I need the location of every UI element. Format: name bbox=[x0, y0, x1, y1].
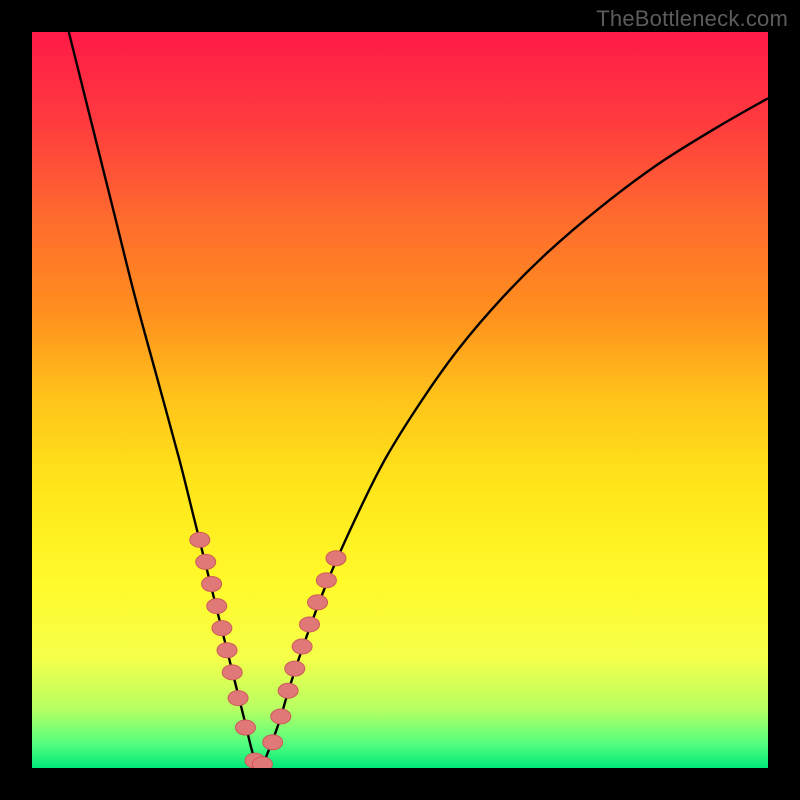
marker-point bbox=[299, 617, 319, 632]
marker-point bbox=[292, 639, 312, 654]
marker-point bbox=[278, 683, 298, 698]
bottleneck-curve-svg bbox=[32, 32, 768, 768]
bottleneck-curve bbox=[69, 32, 768, 768]
marker-point bbox=[316, 573, 336, 588]
plot-area bbox=[32, 32, 768, 768]
marker-point bbox=[202, 577, 222, 592]
highlight-markers bbox=[190, 532, 346, 768]
marker-point bbox=[285, 661, 305, 676]
marker-point bbox=[228, 691, 248, 706]
marker-point bbox=[196, 554, 216, 569]
marker-point bbox=[190, 532, 210, 547]
marker-point bbox=[222, 665, 242, 680]
watermark-text: TheBottleneck.com bbox=[596, 6, 788, 32]
marker-point bbox=[326, 551, 346, 566]
marker-point bbox=[212, 621, 232, 636]
marker-point bbox=[271, 709, 291, 724]
chart-frame: TheBottleneck.com bbox=[0, 0, 800, 800]
marker-point bbox=[207, 599, 227, 614]
marker-point bbox=[308, 595, 328, 610]
marker-point bbox=[252, 757, 272, 768]
marker-point bbox=[235, 720, 255, 735]
marker-point bbox=[263, 735, 283, 750]
marker-point bbox=[217, 643, 237, 658]
